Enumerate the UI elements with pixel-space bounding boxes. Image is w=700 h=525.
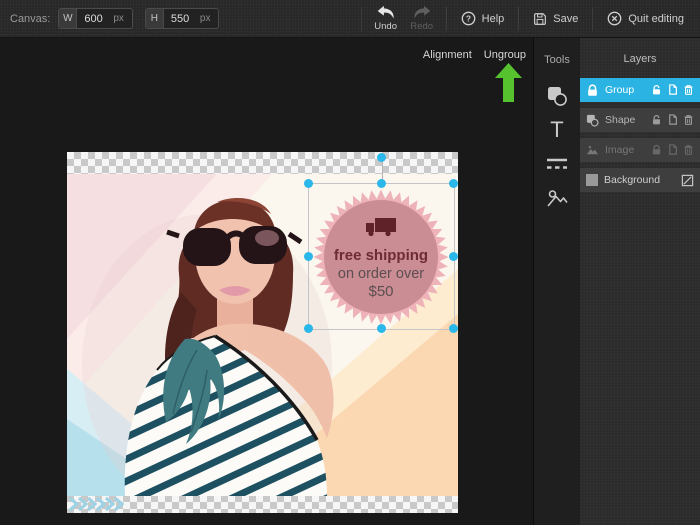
layer-label: Group	[605, 84, 651, 96]
toolbar-separator	[592, 7, 593, 31]
width-unit-label: px	[111, 13, 132, 24]
undo-button[interactable]: Undo	[368, 3, 404, 34]
photo-editor-app: Canvas: W px H px Undo Redo	[0, 0, 700, 525]
help-icon: ?	[461, 11, 476, 26]
selection-handle-s[interactable]	[377, 324, 386, 333]
text-tool-icon: T	[546, 118, 568, 145]
width-dim-label: W	[59, 9, 77, 28]
shapes-tool-button[interactable]	[537, 82, 577, 112]
toolbar-separator	[361, 7, 362, 31]
help-label: Help	[482, 13, 505, 25]
layer-row-shape[interactable]: Shape	[580, 108, 700, 132]
selection-handle-w[interactable]	[304, 252, 313, 261]
redo-icon	[410, 5, 434, 20]
layer-label: Image	[605, 144, 651, 156]
layer-label: Shape	[605, 114, 651, 126]
canvas-height-input[interactable]	[164, 13, 198, 25]
quit-icon	[607, 11, 622, 26]
undo-label: Undo	[374, 21, 397, 32]
delete-icon[interactable]	[683, 144, 694, 156]
layers-panel: Layers Group	[580, 38, 700, 525]
image-layer-icon	[586, 144, 599, 157]
save-label: Save	[553, 13, 578, 25]
svg-text:?: ?	[466, 14, 471, 24]
text-tool-button[interactable]: T	[537, 116, 577, 146]
toolbar-separator	[446, 7, 447, 31]
save-icon	[533, 12, 547, 26]
duplicate-icon[interactable]	[667, 144, 678, 156]
lines-tool-button[interactable]	[537, 150, 577, 180]
selection-box[interactable]	[308, 183, 455, 330]
ungroup-button[interactable]: Ungroup	[484, 49, 526, 61]
height-unit-label: px	[198, 13, 219, 24]
delete-icon[interactable]	[683, 114, 694, 126]
quit-editing-label: Quit editing	[628, 13, 684, 25]
undo-icon	[374, 5, 398, 20]
annotation-arrow-up-icon	[495, 63, 522, 102]
lock-icon[interactable]	[651, 114, 662, 126]
layers-panel-title: Layers	[580, 38, 700, 65]
svg-text:T: T	[550, 118, 563, 142]
tools-panel-title: Tools	[544, 54, 570, 66]
layer-row-background[interactable]: Background	[580, 168, 700, 192]
chevron-decoration	[68, 496, 130, 512]
duplicate-icon[interactable]	[667, 114, 678, 126]
quit-editing-button[interactable]: Quit editing	[599, 7, 692, 30]
editor-stage: Alignment Ungroup	[0, 38, 533, 525]
duplicate-icon[interactable]	[667, 84, 678, 96]
background-color-swatch	[586, 174, 598, 186]
layer-row-group[interactable]: Group	[580, 78, 700, 102]
layer-label: Background	[604, 174, 681, 186]
lines-icon	[546, 156, 568, 175]
shapes-icon	[546, 85, 568, 110]
shape-layer-icon	[586, 114, 599, 127]
help-button[interactable]: ? Help	[453, 7, 513, 30]
context-actions: Alignment Ungroup	[423, 49, 526, 61]
delete-icon[interactable]	[683, 84, 694, 96]
redo-button[interactable]: Redo	[404, 3, 440, 34]
redo-label: Redo	[410, 21, 433, 32]
toolbar-separator	[518, 7, 519, 31]
selection-handle-ne[interactable]	[449, 179, 458, 188]
locked-icon[interactable]	[651, 144, 662, 156]
canvas-width-input[interactable]	[77, 13, 111, 25]
alignment-button[interactable]: Alignment	[423, 49, 472, 61]
canvas-height-input-group: H px	[145, 8, 220, 29]
selection-handle-n[interactable]	[377, 179, 386, 188]
clipart-tool-button[interactable]	[537, 184, 577, 214]
rotation-handle[interactable]	[377, 153, 386, 162]
clipart-icon	[546, 188, 568, 211]
top-toolbar: Canvas: W px H px Undo Redo	[0, 0, 700, 38]
selection-handle-e[interactable]	[449, 252, 458, 261]
layer-row-image[interactable]: Image	[580, 138, 700, 162]
canvas-size-label: Canvas:	[10, 13, 50, 25]
tools-panel: Tools T	[533, 38, 580, 525]
selection-handle-se[interactable]	[449, 324, 458, 333]
selection-handle-sw[interactable]	[304, 324, 313, 333]
height-dim-label: H	[146, 9, 164, 28]
selection-handle-nw[interactable]	[304, 179, 313, 188]
save-button[interactable]: Save	[525, 8, 586, 30]
unlock-icon[interactable]	[651, 84, 662, 96]
canvas-width-input-group: W px	[58, 8, 133, 29]
lock-closed-icon	[586, 84, 599, 97]
edit-background-icon[interactable]	[681, 174, 694, 187]
